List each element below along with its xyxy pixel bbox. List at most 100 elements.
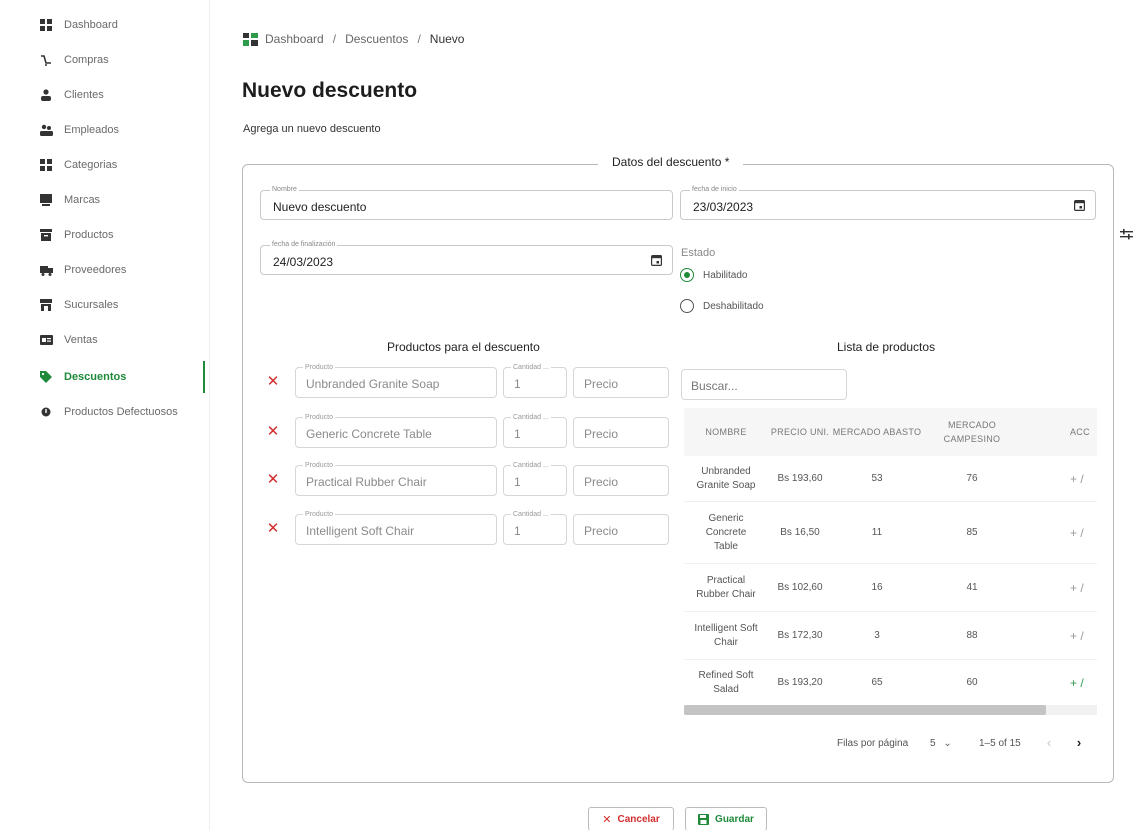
cell-precio: Bs 102,60: [777, 581, 823, 593]
sidebar-item-categorias[interactable]: Categorias: [0, 148, 205, 182]
fieldset-legend: Datos del descuento *: [598, 155, 744, 169]
add-icon[interactable]: + /: [1062, 564, 1097, 611]
radio-unchecked-icon[interactable]: [680, 299, 694, 313]
table-row: Generic Concrete Table Bs 16,50 11 85 + …: [684, 502, 1097, 564]
field-label: fecha de finalización: [270, 240, 338, 250]
producto-value: Intelligent Soft Chair: [306, 524, 415, 538]
radio-habilitado[interactable]: Habilitado: [680, 268, 747, 282]
table-row: Unbranded Granite Soap Bs 193,60 53 76 +…: [684, 456, 1097, 502]
cell-nombre: Practical Rubber Chair: [696, 574, 756, 600]
sidebar-item-label: Empleados: [64, 124, 120, 136]
column-header-nombre[interactable]: NOMBRE: [684, 408, 768, 456]
scrollbar-thumb[interactable]: [684, 705, 1046, 715]
cell-campesino: 88: [966, 629, 978, 641]
sidebar-item-productos-defectuosos[interactable]: Productos Defectuosos: [0, 404, 205, 420]
archive-icon: [38, 227, 54, 243]
cantidad-field[interactable]: Cantidad ... 1: [503, 363, 567, 398]
remove-icon[interactable]: ✕: [266, 472, 280, 487]
remove-icon[interactable]: ✕: [266, 374, 280, 389]
precio-field[interactable]: Precio: [573, 417, 669, 448]
producto-field[interactable]: Producto Unbranded Granite Soap: [295, 363, 497, 398]
horizontal-scrollbar[interactable]: [684, 705, 1097, 715]
field-label: Cantidad ...: [511, 413, 551, 422]
remove-icon[interactable]: ✕: [266, 424, 280, 439]
sidebar-item-descuentos[interactable]: Descuentos: [0, 360, 205, 394]
sidebar-item-marcas[interactable]: Marcas: [0, 183, 205, 217]
field-label: Cantidad ...: [511, 510, 551, 519]
save-button[interactable]: Guardar: [685, 807, 767, 830]
cell-abasto: 16: [871, 581, 883, 593]
warning-icon: [38, 404, 54, 420]
fecha-fin-field[interactable]: fecha de finalización 24/03/2023: [260, 240, 673, 275]
producto-field[interactable]: Producto Generic Concrete Table: [295, 413, 497, 448]
search-input[interactable]: Buscar...: [681, 369, 847, 400]
page-title: Nuevo descuento: [242, 79, 418, 102]
producto-field[interactable]: Producto Practical Rubber Chair: [295, 461, 497, 496]
sidebar-item-compras[interactable]: Compras: [0, 43, 205, 77]
add-icon[interactable]: + /: [1062, 502, 1097, 563]
calendar-icon[interactable]: [1074, 199, 1085, 211]
add-icon[interactable]: + /: [1062, 612, 1097, 659]
sidebar-item-label: Productos: [64, 229, 114, 241]
producto-value: Generic Concrete Table: [306, 427, 432, 441]
cell-abasto: 53: [871, 472, 883, 484]
sidebar-item-sucursales[interactable]: Sucursales: [0, 288, 205, 322]
sidebar-item-empleados[interactable]: Empleados: [0, 113, 205, 147]
sidebar-item-label: Categorias: [64, 159, 118, 171]
sidebar-item-proveedores[interactable]: Proveedores: [0, 253, 205, 287]
sidebar-item-ventas[interactable]: Ventas: [0, 323, 205, 357]
column-header-acciones[interactable]: ACC: [1022, 408, 1097, 456]
rows-per-page-value: 5: [930, 738, 936, 749]
fecha-inicio-field[interactable]: fecha de inicio 23/03/2023: [680, 185, 1096, 220]
pagination-range: 1–5 of 15: [979, 738, 1021, 749]
precio-field[interactable]: Precio: [573, 367, 669, 398]
cantidad-value: 1: [514, 377, 521, 391]
cantidad-field[interactable]: Cantidad ... 1: [503, 510, 567, 545]
table-row: Intelligent Soft Chair Bs 172,30 3 88 + …: [684, 612, 1097, 660]
precio-field[interactable]: Precio: [573, 465, 669, 496]
sidebar-item-productos[interactable]: Productos: [0, 218, 205, 252]
column-header-campesino[interactable]: MERCADO CAMPESINO: [922, 408, 1022, 456]
precio-field[interactable]: Precio: [573, 514, 669, 545]
column-header-precio[interactable]: PRECIO UNI.: [768, 408, 832, 456]
settings-sliders-icon[interactable]: [1120, 229, 1133, 243]
cancel-button[interactable]: ✕ Cancelar: [588, 807, 674, 830]
add-icon[interactable]: + /: [1062, 456, 1097, 501]
breadcrumb-separator: /: [417, 32, 421, 46]
radio-checked-icon[interactable]: [680, 268, 694, 282]
rows-per-page-select[interactable]: 5 ⌄: [930, 738, 952, 749]
field-label: Cantidad ...: [511, 461, 551, 470]
save-button-label: Guardar: [715, 813, 754, 825]
calendar-icon[interactable]: [651, 254, 662, 266]
radio-label: Deshabilitado: [703, 300, 764, 312]
fecha-inicio-value: 23/03/2023: [693, 200, 754, 214]
lista-productos-title: Lista de productos: [837, 340, 936, 354]
producto-value: Practical Rubber Chair: [306, 475, 427, 489]
fecha-fin-value: 24/03/2023: [273, 255, 334, 269]
breadcrumb-descuentos[interactable]: Descuentos: [345, 32, 408, 46]
nombre-field[interactable]: Nombre Nuevo descuento: [260, 185, 673, 220]
badge-icon: [38, 192, 54, 208]
sidebar-item-dashboard[interactable]: Dashboard: [0, 8, 205, 42]
field-label: fecha de inicio: [690, 185, 739, 195]
producto-field[interactable]: Producto Intelligent Soft Chair: [295, 510, 497, 545]
cantidad-field[interactable]: Cantidad ... 1: [503, 461, 567, 496]
column-header-abasto[interactable]: MERCADO ABASTO: [832, 408, 922, 456]
cantidad-value: 1: [514, 427, 521, 441]
sidebar-item-label: Clientes: [64, 89, 104, 101]
people-icon: [38, 122, 54, 138]
chevron-right-icon[interactable]: ›: [1072, 735, 1086, 750]
grid-icon: [38, 157, 54, 173]
table-row: Refined Soft Salad Bs 193,20 65 60 + /: [684, 660, 1097, 706]
chevron-left-icon[interactable]: ‹: [1042, 735, 1056, 750]
cantidad-field[interactable]: Cantidad ... 1: [503, 413, 567, 448]
sidebar-item-label: Dashboard: [64, 19, 118, 31]
cell-abasto: 3: [874, 629, 880, 641]
add-icon[interactable]: + /: [1062, 660, 1097, 706]
dashboard-icon: [243, 32, 258, 46]
breadcrumb-dashboard[interactable]: Dashboard: [265, 32, 324, 46]
cell-precio: Bs 193,20: [777, 677, 823, 688]
remove-icon[interactable]: ✕: [266, 521, 280, 536]
radio-deshabilitado[interactable]: Deshabilitado: [680, 299, 764, 313]
sidebar-item-clientes[interactable]: Clientes: [0, 78, 205, 112]
